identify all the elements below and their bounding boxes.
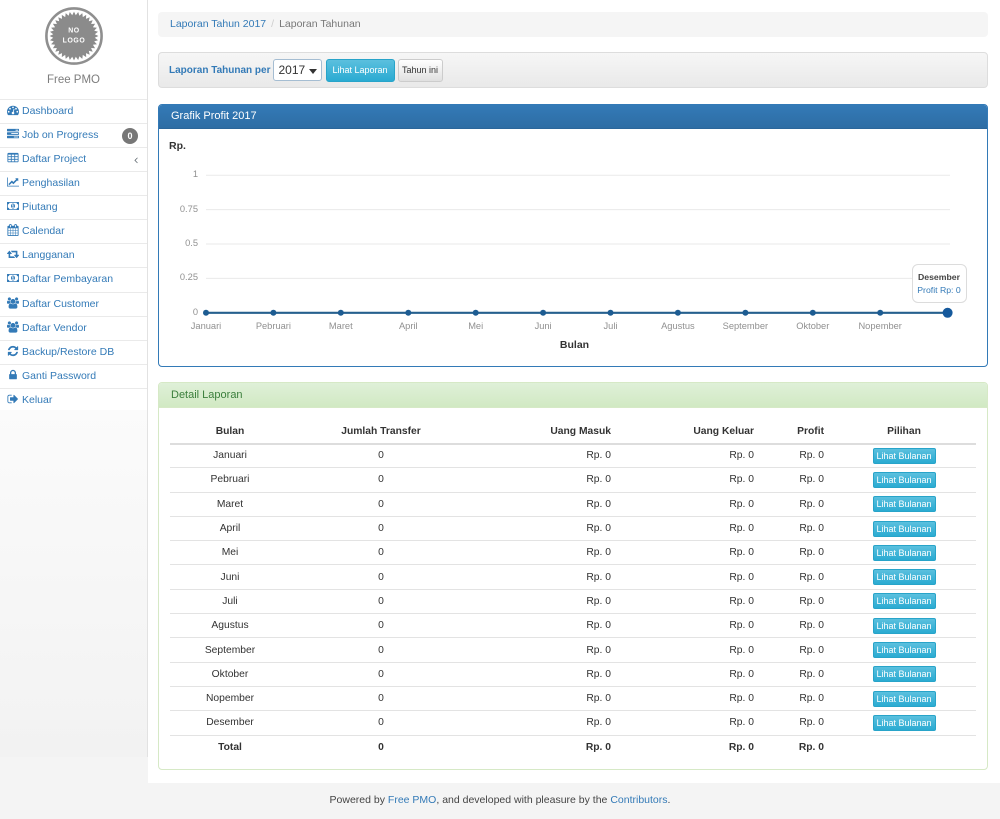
svg-text:LOGO: LOGO <box>62 38 85 45</box>
svg-text:NO: NO <box>68 27 80 34</box>
